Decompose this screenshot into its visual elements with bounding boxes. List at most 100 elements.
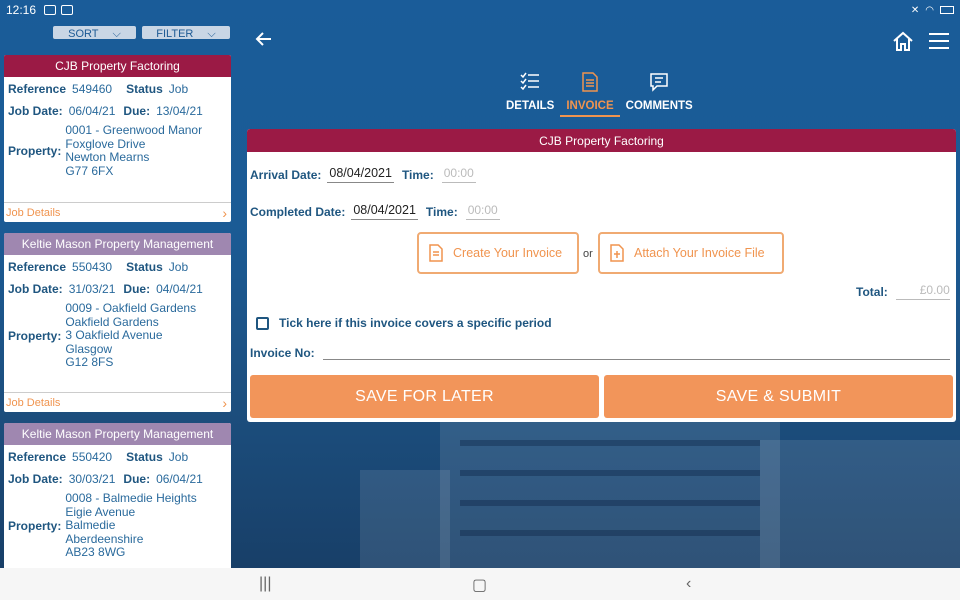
document-icon xyxy=(582,72,598,92)
reference-label: Reference xyxy=(8,260,67,274)
comment-icon xyxy=(649,72,669,92)
tab-label: INVOICE xyxy=(566,100,614,112)
period-checkbox-label: Tick here if this invoice covers a speci… xyxy=(279,316,552,330)
job-details-label: Job Details xyxy=(6,396,61,409)
job-details-label: Job Details xyxy=(6,206,61,219)
invoice-no-input[interactable] xyxy=(322,346,950,360)
arrival-row: Arrival Date: 08/04/2021 Time: 00:00 xyxy=(250,166,476,183)
tab-bar: DETAILS INVOICE COMMENTS xyxy=(500,72,699,117)
property-line: G77 6FX xyxy=(65,163,114,178)
status-time: 12:16 xyxy=(6,3,37,17)
or-label: or xyxy=(583,248,593,260)
property-line: Balmedie xyxy=(65,518,116,532)
save-for-later-button[interactable]: SAVE FOR LATER xyxy=(250,375,599,418)
arrival-date-label: Arrival Date: xyxy=(250,167,322,182)
property-line: 0008 - Balmedie Heights xyxy=(65,491,197,505)
tab-label: COMMENTS xyxy=(625,100,693,112)
form-company: CJB Property Factoring xyxy=(247,129,956,152)
job-date-label: Job Date: xyxy=(8,104,63,118)
invoice-doc-icon xyxy=(429,244,443,262)
property-label: Property: xyxy=(8,144,62,158)
recent-apps-icon[interactable]: ||| xyxy=(259,575,271,593)
filter-label: FILTER xyxy=(156,27,194,40)
status-value: Job xyxy=(168,450,189,464)
job-date-value: 30/03/21 xyxy=(68,472,116,486)
system-nav-bar: ||| ▢ ‹ xyxy=(0,568,960,600)
arrival-time-field[interactable]: 00:00 xyxy=(441,166,476,183)
attach-file-icon xyxy=(610,244,624,262)
due-label: Due: xyxy=(123,472,151,486)
sort-button[interactable]: SORT ⌵ xyxy=(53,26,136,39)
back-nav-icon[interactable]: ‹ xyxy=(686,575,691,593)
job-date-label: Job Date: xyxy=(8,472,63,486)
job-card[interactable]: Keltie Mason Property Management Referen… xyxy=(4,423,231,568)
job-details-link[interactable]: Job Details › xyxy=(4,392,231,412)
property-label: Property: xyxy=(8,518,62,533)
reference-value: 550420 xyxy=(72,450,113,464)
home-nav-icon[interactable]: ▢ xyxy=(472,575,487,595)
invoice-no-label: Invoice No: xyxy=(250,346,315,360)
arrival-time-label: Time: xyxy=(401,167,434,182)
job-date-value: 06/04/21 xyxy=(68,104,116,118)
invoice-form: CJB Property Factoring Arrival Date: 08/… xyxy=(247,129,956,422)
total-row: Total: £0.00 xyxy=(856,283,950,300)
status-value: Job xyxy=(168,82,189,96)
status-value: Job xyxy=(168,260,189,274)
property-line: AB23 8WG xyxy=(65,545,126,559)
property-line: 0009 - Oakfield Gardens xyxy=(65,301,197,315)
home-icon[interactable] xyxy=(892,30,914,57)
job-card[interactable]: Keltie Mason Property Management Referen… xyxy=(4,233,231,412)
completed-date-label: Completed Date: xyxy=(250,204,346,219)
wifi-icon: ◠ xyxy=(925,4,934,16)
property-line: Glasgow xyxy=(65,341,113,356)
card-company: Keltie Mason Property Management xyxy=(4,233,231,255)
job-details-link[interactable]: Job Details › xyxy=(4,202,231,222)
filter-button[interactable]: FILTER ⌵ xyxy=(142,26,230,39)
tab-comments[interactable]: COMMENTS xyxy=(620,72,699,117)
arrival-date-field[interactable]: 08/04/2021 xyxy=(327,166,394,183)
property-line: Newton Mearns xyxy=(65,150,150,164)
tab-details[interactable]: DETAILS xyxy=(500,72,560,117)
invoice-no-row: Invoice No: xyxy=(250,346,950,360)
sort-label: SORT xyxy=(68,27,99,40)
checklist-icon xyxy=(520,72,540,92)
property-line: Oakfield Gardens xyxy=(65,314,159,329)
save-and-submit-button[interactable]: SAVE & SUBMIT xyxy=(604,375,953,418)
property-line: Eigie Avenue xyxy=(65,504,136,519)
due-value: 06/04/21 xyxy=(156,472,203,486)
create-invoice-label: Create Your Invoice xyxy=(453,246,563,260)
total-label: Total: xyxy=(856,284,888,299)
total-value: £0.00 xyxy=(895,283,950,300)
chevron-right-icon: › xyxy=(222,204,227,221)
completed-time-field[interactable]: 00:00 xyxy=(465,203,500,220)
completed-date-field[interactable]: 08/04/2021 xyxy=(351,203,418,220)
reference-label: Reference xyxy=(8,450,67,464)
tab-invoice[interactable]: INVOICE xyxy=(560,72,620,117)
status-label: Status xyxy=(126,260,163,274)
status-bar: 12:16 ✕ ◠ xyxy=(0,0,960,20)
status-label: Status xyxy=(126,450,163,464)
property-line: 0001 - Greenwood Manor xyxy=(65,123,203,137)
chevron-down-icon: ⌵ xyxy=(112,27,121,40)
mute-icon: ✕ xyxy=(910,4,920,16)
status-label: Status xyxy=(126,82,163,96)
job-date-label: Job Date: xyxy=(8,282,63,296)
due-value: 04/04/21 xyxy=(156,282,203,296)
due-value: 13/04/21 xyxy=(156,104,203,118)
property-line: G12 8FS xyxy=(65,355,114,369)
period-checkbox[interactable] xyxy=(256,316,269,330)
reference-value: 550430 xyxy=(72,260,113,274)
create-invoice-button[interactable]: Create Your Invoice xyxy=(417,232,579,274)
gallery-notification-icon xyxy=(61,5,74,15)
due-label: Due: xyxy=(123,104,151,118)
period-checkbox-row[interactable]: Tick here if this invoice covers a speci… xyxy=(256,316,552,330)
job-card[interactable]: CJB Property Factoring Reference 549460 … xyxy=(4,55,231,222)
hamburger-menu-icon[interactable] xyxy=(929,33,949,54)
property-line: Aberdeenshire xyxy=(65,531,144,546)
due-label: Due: xyxy=(123,282,151,296)
back-arrow-icon[interactable] xyxy=(255,30,273,53)
attach-invoice-label: Attach Your Invoice File xyxy=(634,246,765,260)
reference-value: 549460 xyxy=(72,82,113,96)
chevron-down-icon: ⌵ xyxy=(207,27,216,40)
attach-invoice-button[interactable]: Attach Your Invoice File xyxy=(598,232,784,274)
